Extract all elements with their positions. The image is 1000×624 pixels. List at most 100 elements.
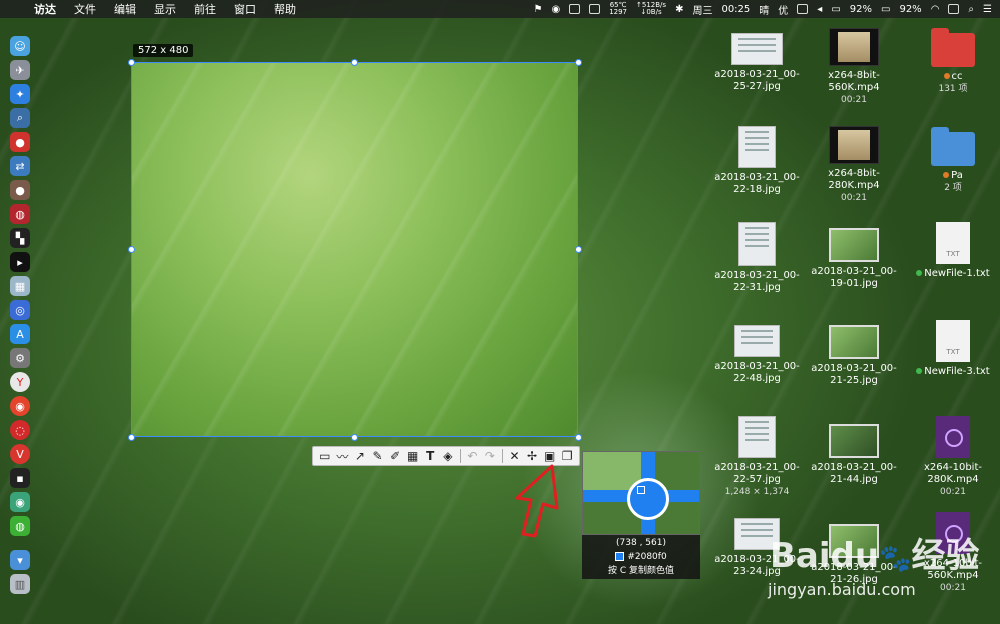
menu-air-quality[interactable]: 优 <box>778 2 788 17</box>
app-red-icon[interactable]: ● <box>10 132 30 152</box>
car-icon[interactable] <box>797 4 809 14</box>
grid-icon[interactable] <box>589 4 601 14</box>
desktop-icon-file[interactable]: a2018-03-21_00-22-18.jpg <box>707 126 807 196</box>
mosaic-icon[interactable]: ▦ <box>404 447 422 465</box>
app-store-icon[interactable]: A <box>10 324 30 344</box>
menu-weather[interactable]: 晴 <box>759 2 769 17</box>
image-thumbnail <box>829 228 879 262</box>
desktop-icon-video[interactable]: x264-8bit-560K.mp4 00:21 <box>804 28 904 106</box>
yandex-icon[interactable]: Y <box>10 372 30 392</box>
app-s-icon[interactable] <box>948 4 960 14</box>
menu-view[interactable]: 显示 <box>154 1 176 17</box>
app-dark-icon[interactable]: ▪ <box>10 468 30 488</box>
mute-icon[interactable]: ◂ <box>817 4 822 15</box>
flag-icon[interactable]: ⚑ <box>533 4 542 15</box>
desktop-icon-file[interactable]: a2018-03-21_00-19-01.jpg <box>804 228 904 290</box>
desktop-icon-video[interactable]: x264-8bit-280K.mp4 00:21 <box>804 126 904 204</box>
chrome-icon[interactable]: ◉ <box>10 396 30 416</box>
resize-handle-r[interactable] <box>575 246 582 253</box>
cpu-stats[interactable]: 65℃ 1297 <box>609 2 627 16</box>
menu-window[interactable]: 窗口 <box>234 1 256 17</box>
menu-bar: 访达 文件 编辑 显示 前往 窗口 帮助 ⚑ ◉ 65℃ 1297 ↑512B/s… <box>0 0 1000 18</box>
capture-selection[interactable] <box>131 62 578 437</box>
menu-day[interactable]: 周三 <box>692 2 712 17</box>
vivaldi-icon[interactable]: V <box>10 444 30 464</box>
rectangle-icon[interactable]: ▭ <box>316 447 334 465</box>
menu-go[interactable]: 前往 <box>194 1 216 17</box>
desktop-icon-video[interactable]: x264-10bit-280K.mp4 00:21 <box>903 416 1000 498</box>
desktop-icon-text[interactable]: TXT NewFile-1.txt <box>903 222 1000 280</box>
desktop-icon-folder[interactable]: cc 131 项 <box>903 28 1000 95</box>
resize-handle-tr[interactable] <box>575 59 582 66</box>
video-thumbnail <box>829 28 879 66</box>
eraser-icon[interactable]: ◈ <box>439 447 457 465</box>
desktop-icon-file[interactable]: a2018-03-21_00-21-44.jpg <box>804 424 904 486</box>
arrow-icon[interactable]: ↗ <box>351 447 369 465</box>
cursor-coordinates: (738 , 561) <box>616 538 666 548</box>
activity-monitor-icon[interactable]: ▚ <box>10 228 30 248</box>
search-icon[interactable]: ⌕ <box>968 4 974 15</box>
resize-handle-tl[interactable] <box>128 59 135 66</box>
terminal-icon[interactable]: ▸ <box>10 252 30 272</box>
folder-icon <box>931 127 975 166</box>
downloads-folder-icon[interactable]: ▾ <box>10 550 30 570</box>
migration-icon[interactable]: ⇄ <box>10 156 30 176</box>
curve-icon[interactable]: 〰 <box>334 447 352 465</box>
siri-icon[interactable]: ◎ <box>10 300 30 320</box>
desktop-icon-text[interactable]: TXT NewFile-3.txt <box>903 320 1000 378</box>
app-teal-icon[interactable]: ◉ <box>10 492 30 512</box>
battery-icon-2[interactable]: ▭ <box>881 4 890 15</box>
launchpad-icon[interactable]: ✈ <box>10 60 30 80</box>
resize-handle-b[interactable] <box>351 434 358 441</box>
netease-music-icon[interactable]: ◌ <box>10 420 30 440</box>
battery-icon[interactable]: ▭ <box>831 4 840 15</box>
toolbar-divider <box>459 449 461 463</box>
wifi-icon[interactable]: ◠ <box>931 4 940 15</box>
resize-handle-l[interactable] <box>128 246 135 253</box>
text-icon[interactable]: T <box>421 447 439 465</box>
highlighter-icon[interactable]: ✐ <box>386 447 404 465</box>
selection-size-label: 572 x 480 <box>133 44 194 57</box>
resize-handle-br[interactable] <box>575 434 582 441</box>
menu-help[interactable]: 帮助 <box>274 1 296 17</box>
desktop-icon-file[interactable]: a2018-03-21_00-25-27.jpg <box>707 33 807 93</box>
menu-finder[interactable]: 访达 <box>34 1 56 17</box>
battery-percent-2[interactable]: 92% <box>899 4 921 15</box>
finder-icon[interactable]: ☺ <box>10 36 30 56</box>
display-icon[interactable] <box>569 4 581 14</box>
menu-file[interactable]: 文件 <box>74 1 96 17</box>
desktop-icon-folder[interactable]: Pa 2 项 <box>903 127 1000 194</box>
redo-icon[interactable]: ↷ <box>481 447 499 465</box>
desktop-icon-file[interactable]: a2018-03-21_00-22-48.jpg <box>707 325 807 385</box>
wechat-dock-icon[interactable]: ◍ <box>10 516 30 536</box>
magnifier-panel: (738 , 561) #2080f0 按 C 复制颜色值 <box>582 451 700 579</box>
safari-icon[interactable]: ✦ <box>10 84 30 104</box>
app-maroon-icon[interactable]: ◍ <box>10 204 30 224</box>
pen-icon[interactable]: ✎ <box>369 447 387 465</box>
undo-icon[interactable]: ↶ <box>464 447 482 465</box>
menu-edit[interactable]: 编辑 <box>114 1 136 17</box>
preview-icon[interactable]: ⌕ <box>10 108 30 128</box>
photo-icon[interactable]: ● <box>10 180 30 200</box>
desktop-icon-file[interactable]: a2018-03-21_00-21-25.jpg <box>804 325 904 387</box>
list-icon[interactable]: ☰ <box>983 4 992 15</box>
wechat-icon[interactable]: ◉ <box>551 4 560 15</box>
magnifier-view <box>582 451 700 535</box>
system-preferences-icon[interactable]: ⚙ <box>10 348 30 368</box>
resize-handle-bl[interactable] <box>128 434 135 441</box>
dock: ☺ ✈ ✦ ⌕ ● ⇄ ● ◍ ▚ ▸ ▦ ◎ A ⚙ Y ◉ ◌ V ▪ ◉ … <box>6 36 34 594</box>
image-thumbnail <box>731 33 783 65</box>
network-stats[interactable]: ↑512B/s ↓0B/s <box>636 2 666 16</box>
resize-handle-t[interactable] <box>351 59 358 66</box>
image-thumbnail <box>738 126 776 168</box>
text-file-icon: TXT <box>936 222 970 264</box>
bluetooth-icon[interactable]: ✱ <box>675 4 683 15</box>
battery-percent-1[interactable]: 92% <box>850 4 872 15</box>
menu-time[interactable]: 00:25 <box>721 4 750 15</box>
photos-icon[interactable]: ▦ <box>10 276 30 296</box>
desktop-icon-file[interactable]: a2018-03-21_00-22-57.jpg 1,248 × 1,374 <box>707 416 807 498</box>
desktop-icon-file[interactable]: a2018-03-21_00-22-31.jpg <box>707 222 807 294</box>
video-file-icon <box>936 416 970 458</box>
paw-icon: 🐾 <box>879 544 912 574</box>
trash-icon[interactable]: ▥ <box>10 574 30 594</box>
